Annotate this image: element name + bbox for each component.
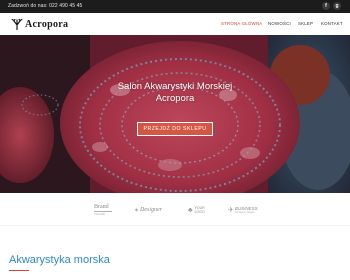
star-icon: ✶: [134, 207, 140, 214]
nav-contact[interactable]: KONTAKT: [321, 21, 343, 26]
brand-logos-strip: Brand TAGLINE ✶ Designer ♣ YOUR LOGO ✈ B…: [0, 193, 350, 226]
designer-name: Designer: [140, 206, 163, 213]
footprint-icon: ♣: [188, 206, 193, 214]
logo-text: Acropora: [25, 19, 69, 30]
nav-news[interactable]: NOWOŚCI: [268, 21, 291, 26]
brand-sub: TAGLINE: [94, 212, 105, 216]
top-bar: Zadzwoń do nas: 022 490 45 45 f g: [0, 0, 350, 13]
business-slogan: Company slogan: [234, 211, 255, 214]
your-logo-text: YOUR LOGO: [194, 206, 205, 214]
brand-name: Brand: [94, 203, 109, 210]
brand-logo-designer[interactable]: ✶ Designer: [134, 203, 162, 217]
brand-logo-business[interactable]: ✈ BUSINESS Company slogan: [228, 203, 258, 217]
go-to-shop-button[interactable]: PRZEJDŹ DO SKLEPU: [137, 122, 213, 136]
phone-text: Zadzwoń do nas: 022 490 45 45: [8, 3, 83, 9]
facebook-icon[interactable]: f: [322, 2, 330, 10]
google-plus-icon[interactable]: g: [333, 2, 341, 10]
site-logo[interactable]: Acropora: [11, 18, 68, 31]
brand-logo-brand[interactable]: Brand TAGLINE: [94, 203, 112, 217]
hero-title-line1: Salon Akwarystyki Morskiej: [117, 81, 233, 92]
section-underline: [9, 270, 29, 271]
section-title: Akwarystyka morska: [9, 254, 110, 266]
hero-banner: Salon Akwarystyki Morskiej Acropora PRZE…: [0, 35, 350, 193]
brand-logo-your-logo[interactable]: ♣ YOUR LOGO: [188, 203, 207, 217]
nav-shop[interactable]: SKLEP: [298, 21, 313, 26]
hero-title-line2: Acropora: [155, 93, 195, 104]
hero-overlay: [0, 35, 350, 193]
site-header: Acropora STRONA GŁÓWNA NOWOŚCI SKLEP KON…: [0, 13, 350, 35]
nav-home[interactable]: STRONA GŁÓWNA: [221, 21, 262, 26]
coral-logo-icon: [11, 19, 23, 30]
bird-icon: ✈: [228, 207, 234, 214]
